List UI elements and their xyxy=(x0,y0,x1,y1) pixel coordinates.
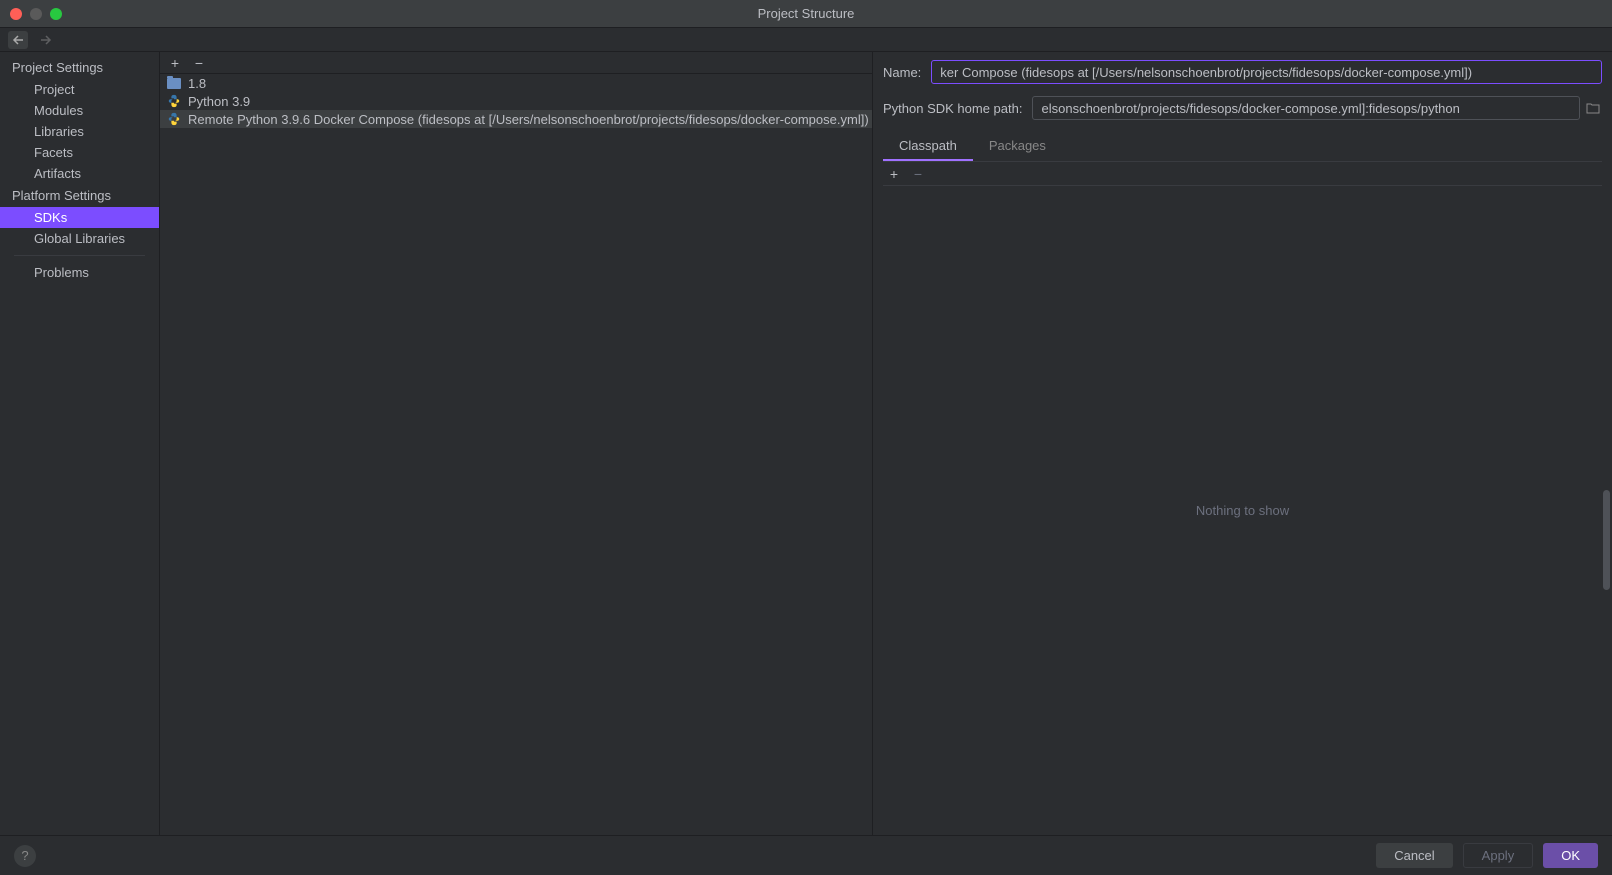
detail-tabs: Classpath Packages xyxy=(883,132,1602,162)
sidebar-header-project-settings: Project Settings xyxy=(0,56,159,79)
ok-button[interactable]: OK xyxy=(1543,843,1598,868)
sdk-item-label: 1.8 xyxy=(188,76,206,91)
scrollbar-thumb[interactable] xyxy=(1603,490,1610,590)
sidebar-item-problems[interactable]: Problems xyxy=(0,262,159,283)
sidebar-item-global-libraries[interactable]: Global Libraries xyxy=(0,228,159,249)
sidebar-divider xyxy=(14,255,145,256)
sidebar-item-libraries[interactable]: Libraries xyxy=(0,121,159,142)
sdk-detail-panel: Name: Python SDK home path: Classpath Pa… xyxy=(873,52,1612,835)
path-row: Python SDK home path: xyxy=(883,96,1602,120)
sdk-list: 1.8 Python 3.9 Remote Python 3.9.6 Docke… xyxy=(160,74,872,835)
nav-back-button[interactable] xyxy=(8,31,28,49)
footer-buttons: Cancel Apply OK xyxy=(1376,843,1598,868)
sidebar-header-platform-settings: Platform Settings xyxy=(0,184,159,207)
sdk-item-remote-python[interactable]: Remote Python 3.9.6 Docker Compose (fide… xyxy=(160,110,872,128)
dialog-footer: ? Cancel Apply OK xyxy=(0,835,1612,875)
sdk-list-panel: + − 1.8 Python 3.9 Remote Python 3.9.6 D… xyxy=(160,52,873,835)
name-input[interactable] xyxy=(931,60,1602,84)
python-icon xyxy=(166,111,182,127)
python-icon xyxy=(166,93,182,109)
left-sidebar: Project Settings Project Modules Librari… xyxy=(0,52,160,835)
sdk-item-python-3-9[interactable]: Python 3.9 xyxy=(160,92,872,110)
cancel-button[interactable]: Cancel xyxy=(1376,843,1452,868)
maximize-window-button[interactable] xyxy=(50,8,62,20)
window-title: Project Structure xyxy=(758,6,855,21)
main-content: Project Settings Project Modules Librari… xyxy=(0,52,1612,835)
remove-classpath-button[interactable]: − xyxy=(911,167,925,181)
sdk-list-toolbar: + − xyxy=(160,52,872,74)
minimize-window-button[interactable] xyxy=(30,8,42,20)
sdk-item-label: Remote Python 3.9.6 Docker Compose (fide… xyxy=(188,112,869,127)
classpath-content: Nothing to show xyxy=(883,186,1602,835)
name-row: Name: xyxy=(883,60,1602,84)
add-sdk-button[interactable]: + xyxy=(168,56,182,70)
help-button[interactable]: ? xyxy=(14,845,36,867)
tab-classpath[interactable]: Classpath xyxy=(883,132,973,161)
apply-button[interactable]: Apply xyxy=(1463,843,1534,868)
nav-forward-button[interactable] xyxy=(36,31,56,49)
sidebar-item-artifacts[interactable]: Artifacts xyxy=(0,163,159,184)
empty-state-text: Nothing to show xyxy=(1196,503,1289,518)
traffic-lights xyxy=(0,8,62,20)
add-classpath-button[interactable]: + xyxy=(887,167,901,181)
sidebar-item-facets[interactable]: Facets xyxy=(0,142,159,163)
path-input[interactable] xyxy=(1032,96,1580,120)
name-label: Name: xyxy=(883,65,921,80)
nav-bar xyxy=(0,28,1612,52)
classpath-toolbar: + − xyxy=(883,162,1602,186)
sdk-item-1-8[interactable]: 1.8 xyxy=(160,74,872,92)
sidebar-item-sdks[interactable]: SDKs xyxy=(0,207,159,228)
tab-packages[interactable]: Packages xyxy=(973,132,1062,161)
sidebar-item-modules[interactable]: Modules xyxy=(0,100,159,121)
close-window-button[interactable] xyxy=(10,8,22,20)
sdk-item-label: Python 3.9 xyxy=(188,94,250,109)
title-bar: Project Structure xyxy=(0,0,1612,28)
browse-path-button[interactable] xyxy=(1584,99,1602,117)
remove-sdk-button[interactable]: − xyxy=(192,56,206,70)
sidebar-item-project[interactable]: Project xyxy=(0,79,159,100)
path-label: Python SDK home path: xyxy=(883,101,1022,116)
folder-icon xyxy=(166,75,182,91)
